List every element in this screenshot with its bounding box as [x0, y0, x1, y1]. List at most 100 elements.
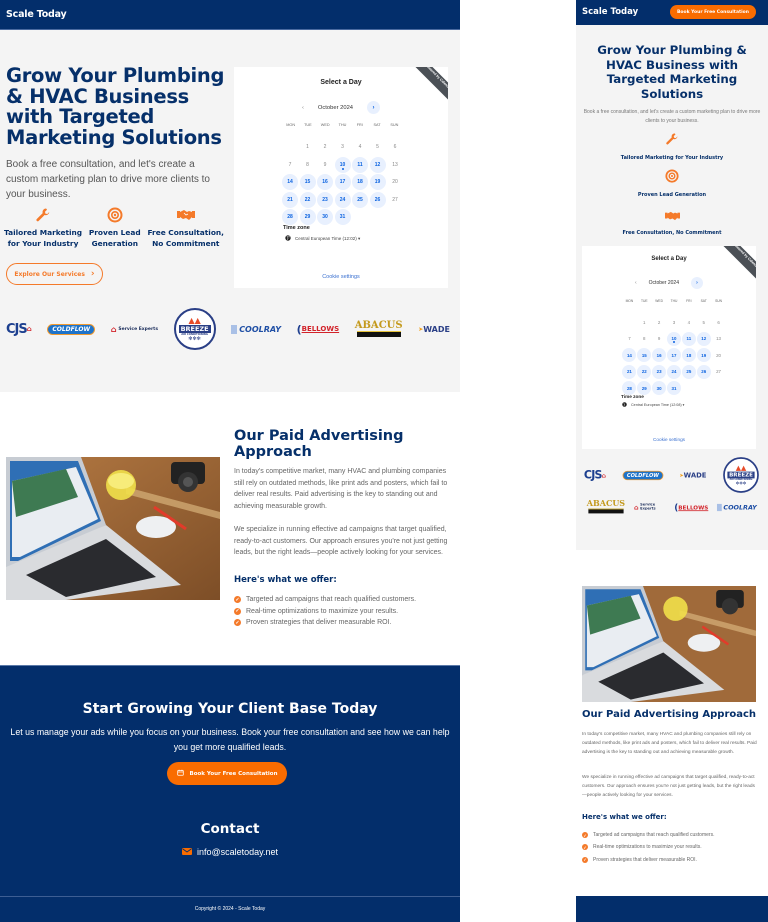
- available-day-button[interactable]: 11: [681, 331, 696, 346]
- available-day-button[interactable]: 11: [352, 156, 368, 173]
- available-day-button[interactable]: 30: [317, 209, 333, 226]
- available-day-button[interactable]: 14: [622, 348, 637, 363]
- available-day-button[interactable]: 12: [369, 156, 386, 173]
- available-day-button[interactable]: 10: [666, 331, 681, 346]
- day-cell: 20: [387, 174, 403, 192]
- next-month-button[interactable]: ›: [367, 101, 381, 114]
- unavailable-day: 4: [358, 144, 362, 151]
- day-cell: 12: [369, 156, 386, 174]
- available-day-button[interactable]: 10: [334, 156, 351, 173]
- day-cell: 31: [666, 380, 682, 396]
- available-day-button[interactable]: 30: [652, 381, 667, 396]
- available-day-button[interactable]: 24: [666, 364, 681, 379]
- day-cell: 14: [282, 174, 298, 192]
- available-day-button[interactable]: 16: [652, 348, 667, 363]
- weekday-label: MON: [625, 299, 634, 303]
- available-day-button[interactable]: 19: [369, 174, 386, 191]
- ads-section-title: Our Paid Advertising Approach: [234, 428, 404, 460]
- available-day-button[interactable]: 17: [666, 348, 681, 363]
- available-day-button[interactable]: 14: [282, 174, 298, 191]
- available-day-button[interactable]: 29: [299, 209, 316, 226]
- client-logo-breeze-air-conditioning: ▲▲ BREEZE AIR CONDITIONING ✻✻✻: [723, 457, 759, 493]
- timezone-select[interactable]: Central European Time (12:02) ▾: [285, 235, 360, 242]
- feature-label: Proven Lead Generation: [88, 228, 141, 248]
- available-day-button[interactable]: 17: [334, 174, 351, 191]
- next-month-button[interactable]: ›: [690, 277, 703, 289]
- unavailable-day: 8: [306, 161, 309, 168]
- day-cell: 23: [317, 191, 333, 209]
- offer-list: ✓ Targeted ad campaigns that reach qualif…: [234, 594, 416, 629]
- check-circle-icon: ✓: [234, 607, 241, 615]
- timezone-select[interactable]: Central European Time (12:08) ▾: [622, 402, 685, 408]
- available-day-button[interactable]: 21: [622, 364, 637, 379]
- mobile-header-book-button[interactable]: Book Your Free Consultation: [670, 5, 756, 19]
- available-day-button[interactable]: 31: [334, 209, 351, 226]
- available-day-button[interactable]: 25: [352, 191, 368, 208]
- day-cell: 13: [387, 156, 403, 174]
- day-cell: 7: [622, 331, 637, 347]
- day-cell: 10: [334, 156, 351, 174]
- mobile-hero-subtitle: Book a free consultation, and let's crea…: [583, 109, 761, 124]
- available-day-button[interactable]: 22: [637, 364, 652, 379]
- available-day-button[interactable]: 23: [317, 191, 333, 208]
- prev-month-button[interactable]: ‹: [302, 105, 304, 111]
- calendar-month-label: October 2024: [317, 104, 354, 111]
- weekday-label: SUN: [390, 123, 399, 127]
- explore-services-label: Explore Our Services: [14, 270, 85, 278]
- weekday-label: TUE: [640, 299, 648, 303]
- day-cell: 10: [666, 331, 682, 347]
- weekday-label: SAT: [700, 299, 707, 303]
- check-circle-icon: ✓: [234, 619, 241, 627]
- mobile-site-logo[interactable]: Scale Today: [582, 7, 638, 17]
- cta-text: Let us manage your ads while you focus o…: [10, 727, 450, 752]
- unavailable-day: 1: [306, 144, 309, 151]
- weekday-label: FRI: [356, 123, 363, 127]
- available-day-button[interactable]: 28: [282, 209, 298, 226]
- available-day-button[interactable]: 31: [666, 381, 681, 396]
- available-day-button[interactable]: 15: [637, 348, 652, 363]
- cookie-settings-link[interactable]: Cookie settings: [234, 274, 448, 280]
- calendar-title: Select a Day: [651, 256, 687, 262]
- available-day-button[interactable]: 25: [681, 364, 696, 379]
- weekday-label: FRI: [686, 299, 692, 303]
- available-day-button[interactable]: 22: [299, 191, 316, 208]
- cookie-settings-link[interactable]: Cookie settings: [582, 437, 756, 442]
- day-cell: 9: [652, 331, 667, 347]
- book-consultation-label: Book Your Free Consultation: [189, 770, 278, 777]
- site-logo[interactable]: Scale Today: [6, 9, 67, 20]
- ads-paragraph-1: In today's competitive market, many HVAC…: [234, 468, 448, 510]
- available-day-button[interactable]: 26: [696, 364, 711, 379]
- available-day-button[interactable]: 26: [369, 191, 386, 208]
- available-day-button[interactable]: 24: [334, 191, 351, 208]
- day-cell: 24: [334, 191, 351, 209]
- feature-label: Tailored Marketing for Your Industry: [620, 155, 724, 161]
- book-consultation-button[interactable]: Book Your Free Consultation: [167, 762, 287, 785]
- mobile-feature-lead-generation: Proven Lead Generation: [576, 169, 768, 198]
- available-day-button[interactable]: 15: [299, 174, 316, 191]
- unavailable-day: 8: [643, 336, 646, 342]
- offer-item: ✓ Proven strategies that deliver measurab…: [582, 856, 697, 863]
- globe-icon: [285, 235, 291, 242]
- available-day-button[interactable]: 18: [681, 348, 696, 363]
- day-cell: 22: [299, 191, 316, 209]
- available-day-button[interactable]: 23: [652, 364, 667, 379]
- day-cell: 20: [711, 347, 726, 363]
- available-day-button[interactable]: 18: [352, 174, 368, 191]
- contact-email[interactable]: info@scaletoday.net: [0, 847, 460, 857]
- unavailable-day: 2: [657, 320, 661, 326]
- available-day-button[interactable]: 12: [696, 331, 711, 346]
- target-icon: [107, 207, 123, 223]
- day-cell: 5: [370, 139, 386, 157]
- client-logo-abacus: ABACUS: [587, 500, 625, 514]
- day-cell: 14: [622, 347, 637, 363]
- day-cell: 23: [652, 364, 667, 380]
- wrench-icon: [665, 132, 679, 151]
- prev-month-button[interactable]: ‹: [635, 280, 637, 286]
- day-cell: 5: [696, 314, 711, 330]
- day-cell: 22: [637, 364, 652, 380]
- available-day-button[interactable]: 16: [317, 174, 333, 191]
- explore-services-button[interactable]: Explore Our Services ›: [6, 263, 103, 285]
- available-day-button[interactable]: 21: [282, 191, 298, 208]
- laptop-desk-image: [582, 586, 756, 702]
- available-day-button[interactable]: 19: [696, 348, 711, 363]
